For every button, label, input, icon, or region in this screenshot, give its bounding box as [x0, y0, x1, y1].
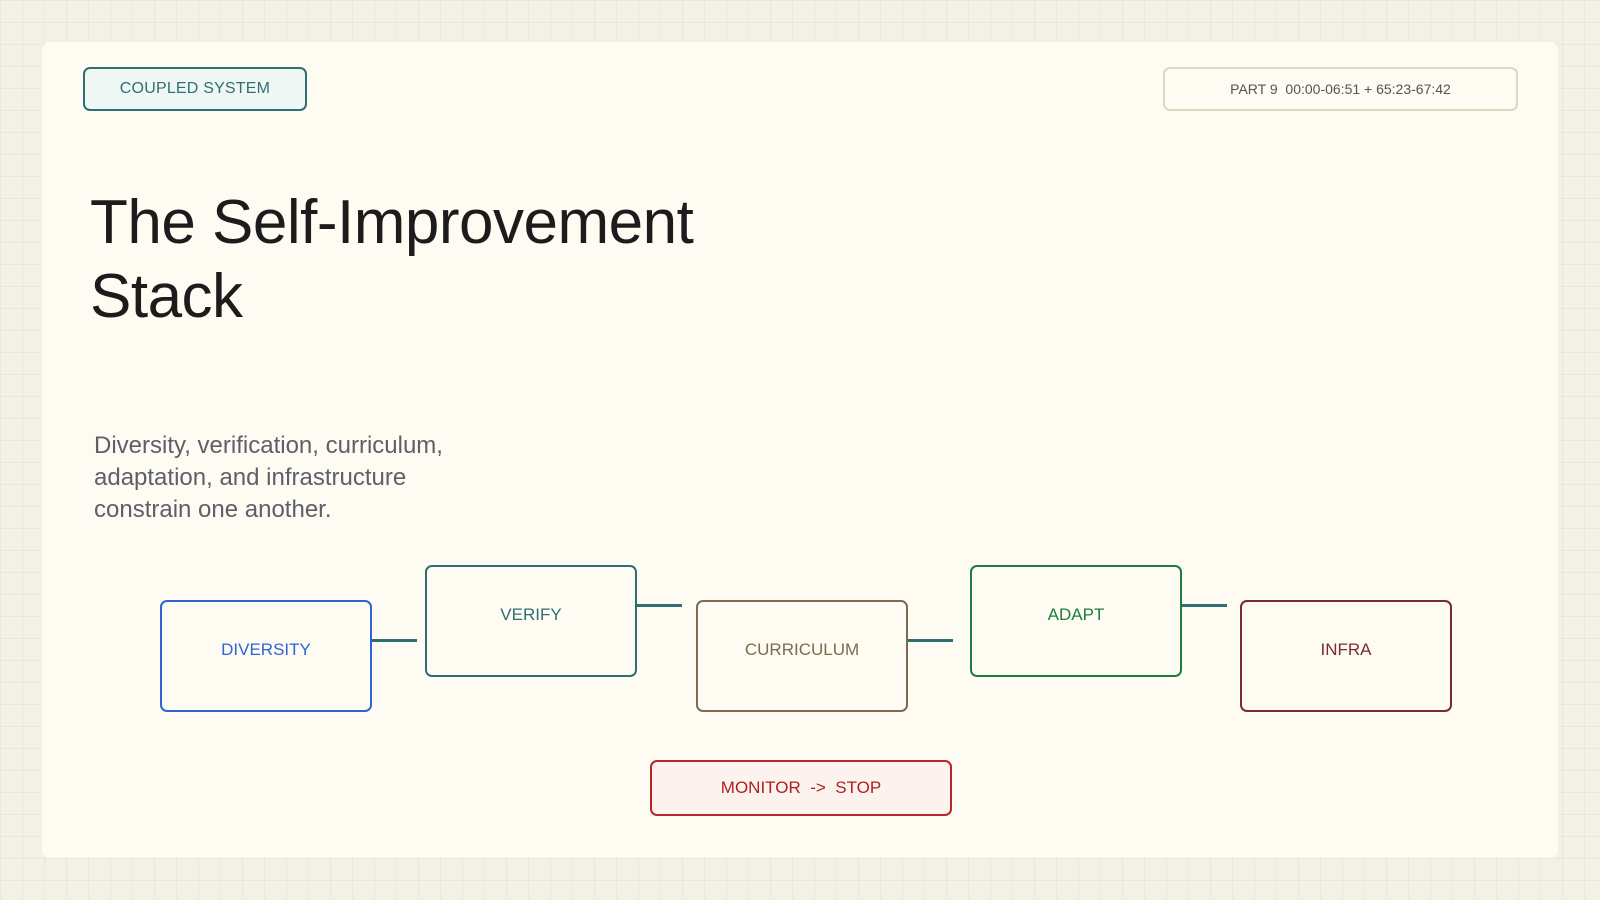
monitor-stop-box: MONITOR -> STOP: [650, 760, 952, 816]
diagram-node-adapt: ADAPT: [970, 565, 1182, 677]
diagram-connector: [908, 639, 953, 642]
part-timestamp-tag: PART 9 00:00-06:51 + 65:23-67:42: [1163, 67, 1518, 111]
section-tag: COUPLED SYSTEM: [83, 67, 307, 111]
slide-canvas: COUPLED SYSTEM PART 9 00:00-06:51 + 65:2…: [42, 42, 1558, 858]
diagram-connector: [1182, 604, 1227, 607]
diagram-node-verify: VERIFY: [425, 565, 637, 677]
diagram-connector: [637, 604, 682, 607]
diagram-connector: [372, 639, 417, 642]
diagram-node-infra: INFRA: [1240, 600, 1452, 712]
diagram-node-curriculum: CURRICULUM: [696, 600, 908, 712]
page-title: The Self-Improvement Stack: [90, 188, 694, 331]
diagram-node-diversity: DIVERSITY: [160, 600, 372, 712]
page-subtitle: Diversity, verification, curriculum, ada…: [94, 432, 443, 523]
